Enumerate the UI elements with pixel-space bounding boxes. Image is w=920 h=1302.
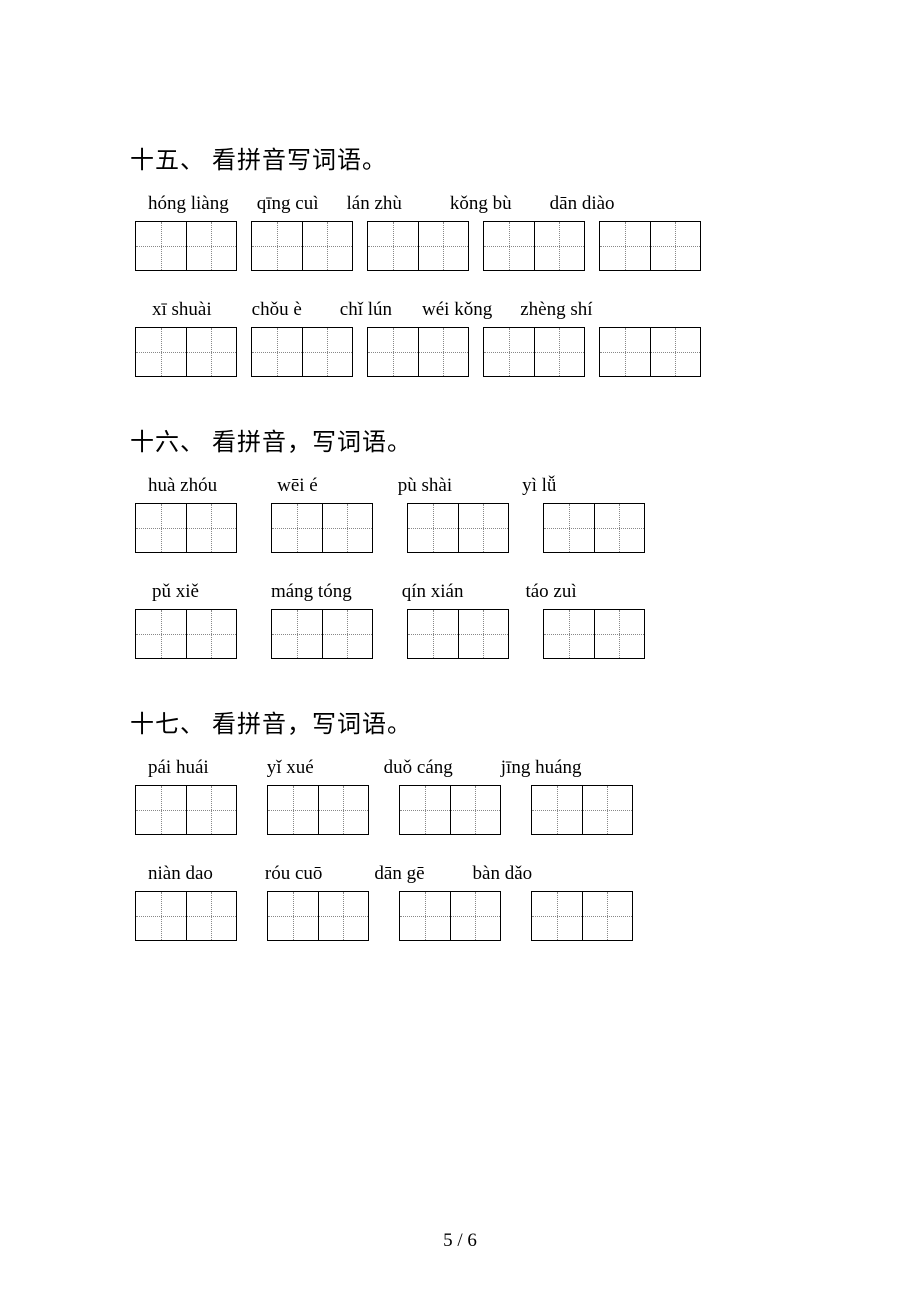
pinyin-label: dān gē: [374, 863, 424, 885]
tianzi-box[interactable]: [483, 221, 585, 271]
pinyin-row: pái huái yǐ xué duǒ cáng jīng huáng: [148, 757, 790, 779]
pinyin-label: chǐ lún: [340, 299, 392, 321]
section-17: 十七、 看拼音，写词语。 pái huái yǐ xué duǒ cáng jī…: [130, 704, 790, 941]
pinyin-label: jīng huáng: [501, 757, 582, 779]
answer-box-row: [135, 327, 790, 377]
tianzi-box[interactable]: [599, 327, 701, 377]
tianzi-box[interactable]: [135, 785, 237, 835]
pinyin-row: hóng liàng qīng cuì lán zhù kǒng bù dān …: [148, 193, 790, 215]
tianzi-box[interactable]: [599, 221, 701, 271]
answer-box-row: [135, 785, 790, 835]
tianzi-box[interactable]: [543, 609, 645, 659]
tianzi-box[interactable]: [399, 891, 501, 941]
tianzi-box[interactable]: [135, 609, 237, 659]
pinyin-row: xī shuài chǒu è chǐ lún wéi kǒng zhèng s…: [152, 299, 790, 321]
answer-box-row: [135, 221, 790, 271]
tianzi-box[interactable]: [543, 503, 645, 553]
page-number: 5 / 6: [0, 1230, 920, 1252]
answer-box-row: [135, 503, 790, 553]
section-16: 十六、 看拼音，写词语。 huà zhóu wēi é pù shài yì l…: [130, 422, 790, 659]
pinyin-label: wéi kǒng: [422, 299, 492, 321]
pinyin-label: pǔ xiě: [152, 581, 199, 603]
answer-box-row: [135, 609, 790, 659]
answer-box-row: [135, 891, 790, 941]
pinyin-label: dān diào: [550, 193, 615, 215]
tianzi-box[interactable]: [135, 503, 237, 553]
pinyin-label: qīng cuì: [257, 193, 319, 215]
pinyin-label: chǒu è: [252, 299, 302, 321]
pinyin-label: róu cuō: [265, 863, 323, 885]
pinyin-label: hóng liàng: [148, 193, 229, 215]
pinyin-label: yǐ xué: [267, 757, 314, 779]
tianzi-box[interactable]: [531, 891, 633, 941]
pinyin-row: pǔ xiě máng tóng qín xián táo zuì: [152, 581, 790, 603]
tianzi-box[interactable]: [271, 503, 373, 553]
pinyin-label: wēi é: [277, 475, 318, 497]
pinyin-label: lán zhù: [347, 193, 402, 215]
section-title: 十六、 看拼音，写词语。: [130, 422, 790, 457]
section-title: 十五、 看拼音写词语。: [130, 140, 790, 175]
tianzi-box[interactable]: [407, 609, 509, 659]
section-15: 十五、 看拼音写词语。 hóng liàng qīng cuì lán zhù …: [130, 140, 790, 377]
tianzi-box[interactable]: [251, 221, 353, 271]
pinyin-label: duǒ cáng: [384, 757, 453, 779]
tianzi-box[interactable]: [267, 785, 369, 835]
tianzi-box[interactable]: [407, 503, 509, 553]
pinyin-label: pái huái: [148, 757, 209, 779]
pinyin-row: huà zhóu wēi é pù shài yì lǚ: [148, 475, 790, 497]
pinyin-label: niàn dao: [148, 863, 213, 885]
tianzi-box[interactable]: [367, 221, 469, 271]
tianzi-box[interactable]: [135, 327, 237, 377]
pinyin-label: máng tóng: [271, 581, 352, 603]
tianzi-box[interactable]: [531, 785, 633, 835]
worksheet-page: 十五、 看拼音写词语。 hóng liàng qīng cuì lán zhù …: [0, 0, 920, 1046]
pinyin-label: yì lǚ: [522, 475, 556, 497]
tianzi-box[interactable]: [251, 327, 353, 377]
pinyin-label: huà zhóu: [148, 475, 217, 497]
tianzi-box[interactable]: [135, 891, 237, 941]
pinyin-label: xī shuài: [152, 299, 212, 321]
pinyin-label: pù shài: [398, 475, 452, 497]
pinyin-label: kǒng bù: [450, 193, 512, 215]
pinyin-label: zhèng shí: [520, 299, 592, 321]
tianzi-box[interactable]: [271, 609, 373, 659]
tianzi-box[interactable]: [367, 327, 469, 377]
tianzi-box[interactable]: [483, 327, 585, 377]
section-title: 十七、 看拼音，写词语。: [130, 704, 790, 739]
pinyin-row: niàn dao róu cuō dān gē bàn dǎo: [148, 863, 790, 885]
pinyin-label: qín xián: [402, 581, 464, 603]
tianzi-box[interactable]: [399, 785, 501, 835]
tianzi-box[interactable]: [267, 891, 369, 941]
tianzi-box[interactable]: [135, 221, 237, 271]
pinyin-label: bàn dǎo: [473, 863, 533, 885]
pinyin-label: táo zuì: [525, 581, 576, 603]
